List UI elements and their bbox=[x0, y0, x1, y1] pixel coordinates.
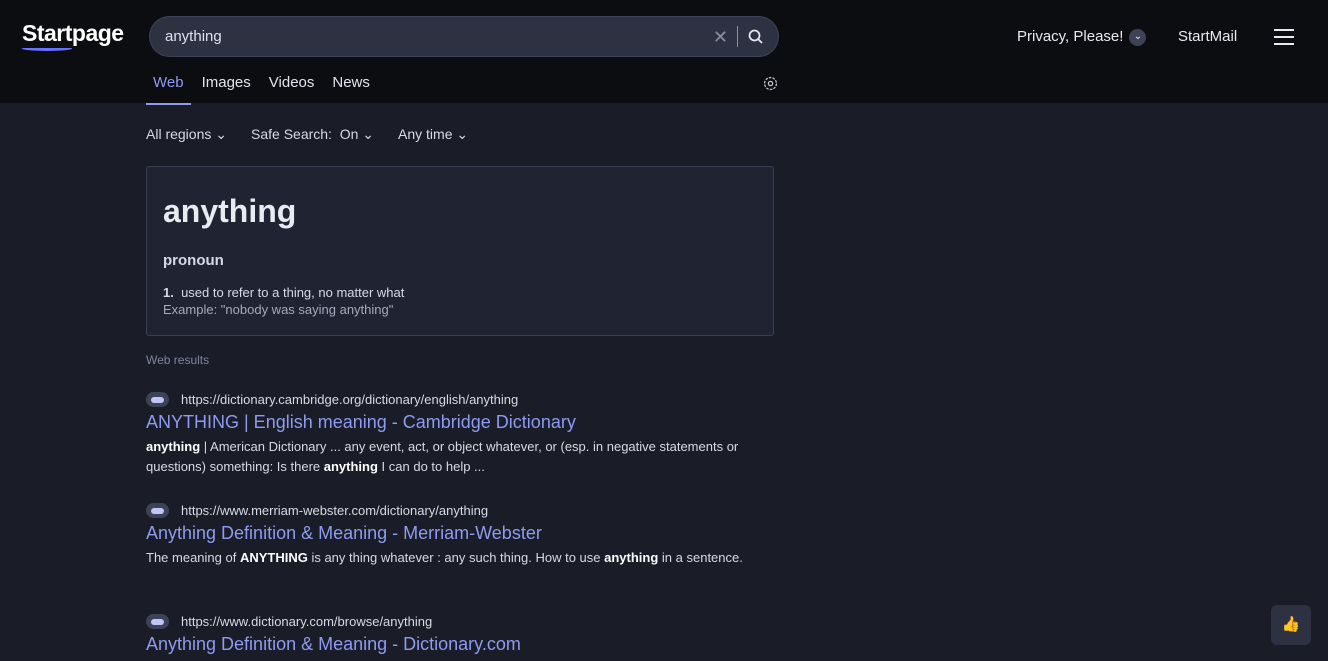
result-snippet: The meaning of ANYTHING is any thing wha… bbox=[146, 548, 746, 568]
logo-text: Startpage bbox=[22, 20, 124, 46]
logo-swoosh bbox=[22, 46, 72, 51]
definition-number: 1. bbox=[163, 285, 174, 300]
snippet-text: The meaning of bbox=[146, 550, 240, 565]
result-url: https://dictionary.cambridge.org/diction… bbox=[146, 392, 746, 407]
filters: All regions ⌄ Safe Search: On ⌄ Any time… bbox=[146, 126, 468, 143]
region-label: All regions bbox=[146, 126, 212, 142]
divider bbox=[737, 26, 738, 47]
search-result: https://www.merriam-webster.com/dictiona… bbox=[146, 503, 746, 568]
clear-icon[interactable]: ✕ bbox=[713, 27, 728, 48]
startmail-link[interactable]: StartMail bbox=[1178, 28, 1237, 45]
header: Startpage ✕ Web Images Videos News Priva… bbox=[0, 0, 1328, 105]
search-result: https://dictionary.cambridge.org/diction… bbox=[146, 392, 746, 477]
safe-label: Safe Search: bbox=[251, 126, 332, 142]
result-snippet: anything | American Dictionary ... any e… bbox=[146, 437, 746, 477]
result-title-link[interactable]: Anything Definition & Meaning - Dictiona… bbox=[146, 634, 746, 655]
definition-text: 1. used to refer to a thing, no matter w… bbox=[163, 285, 757, 300]
result-url-text: https://dictionary.cambridge.org/diction… bbox=[181, 392, 519, 407]
snippet-text: in a sentence. bbox=[658, 550, 743, 565]
search-box: ✕ bbox=[149, 16, 779, 57]
snippet-text: is any thing whatever : any such thing. … bbox=[307, 550, 605, 565]
search-tabs: Web Images Videos News bbox=[146, 72, 381, 105]
safe-search-filter[interactable]: Safe Search: On ⌄ bbox=[251, 126, 374, 143]
gear-icon[interactable] bbox=[762, 75, 779, 92]
region-filter[interactable]: All regions ⌄ bbox=[146, 126, 227, 143]
privacy-label: Privacy, Please! bbox=[1017, 28, 1124, 45]
snippet-text: I can do to help ... bbox=[377, 459, 485, 474]
safe-value: On bbox=[339, 126, 359, 142]
time-label: Any time bbox=[398, 126, 453, 142]
search-icon[interactable] bbox=[746, 27, 766, 47]
snippet-highlight: anything bbox=[323, 459, 378, 474]
snippet-highlight: anything bbox=[146, 439, 201, 454]
definition-word: anything bbox=[163, 193, 297, 229]
result-url: https://www.dictionary.com/browse/anythi… bbox=[146, 614, 746, 629]
anonymous-view-icon[interactable] bbox=[146, 614, 169, 629]
anonymous-view-icon[interactable] bbox=[146, 392, 169, 407]
definition-example: Example: "nobody was saying anything" bbox=[163, 302, 394, 317]
result-url-text: https://www.dictionary.com/browse/anythi… bbox=[181, 614, 433, 629]
search-input[interactable] bbox=[165, 17, 685, 56]
time-filter[interactable]: Any time ⌄ bbox=[398, 126, 468, 143]
snippet-highlight: ANYTHING bbox=[239, 550, 308, 565]
snippet-highlight: anything bbox=[604, 550, 659, 565]
hamburger-menu-icon[interactable] bbox=[1274, 29, 1294, 50]
tab-videos[interactable]: Videos bbox=[262, 72, 322, 105]
result-title-link[interactable]: Anything Definition & Meaning - Merriam-… bbox=[146, 523, 746, 544]
tab-news[interactable]: News bbox=[325, 72, 377, 105]
chevron-down-icon: ⌄ bbox=[1129, 28, 1147, 46]
anonymous-view-icon[interactable] bbox=[146, 503, 169, 518]
result-url-text: https://www.merriam-webster.com/dictiona… bbox=[181, 503, 489, 518]
definition-card: anything pronoun 1. used to refer to a t… bbox=[146, 166, 774, 336]
definition-body: used to refer to a thing, no matter what bbox=[181, 285, 405, 300]
search-result: https://www.dictionary.com/browse/anythi… bbox=[146, 614, 746, 659]
part-of-speech: pronoun bbox=[163, 252, 224, 269]
result-title-link[interactable]: ANYTHING | English meaning - Cambridge D… bbox=[146, 412, 746, 433]
tab-web[interactable]: Web bbox=[146, 72, 191, 105]
tab-images[interactable]: Images bbox=[195, 72, 258, 105]
result-url: https://www.merriam-webster.com/dictiona… bbox=[146, 503, 746, 518]
startpage-logo[interactable]: Startpage bbox=[22, 20, 124, 51]
privacy-menu[interactable]: Privacy, Please! ⌄ bbox=[1017, 28, 1147, 46]
web-results-label: Web results bbox=[146, 353, 210, 367]
feedback-thumbs-up-icon[interactable]: 👍 bbox=[1271, 605, 1311, 645]
